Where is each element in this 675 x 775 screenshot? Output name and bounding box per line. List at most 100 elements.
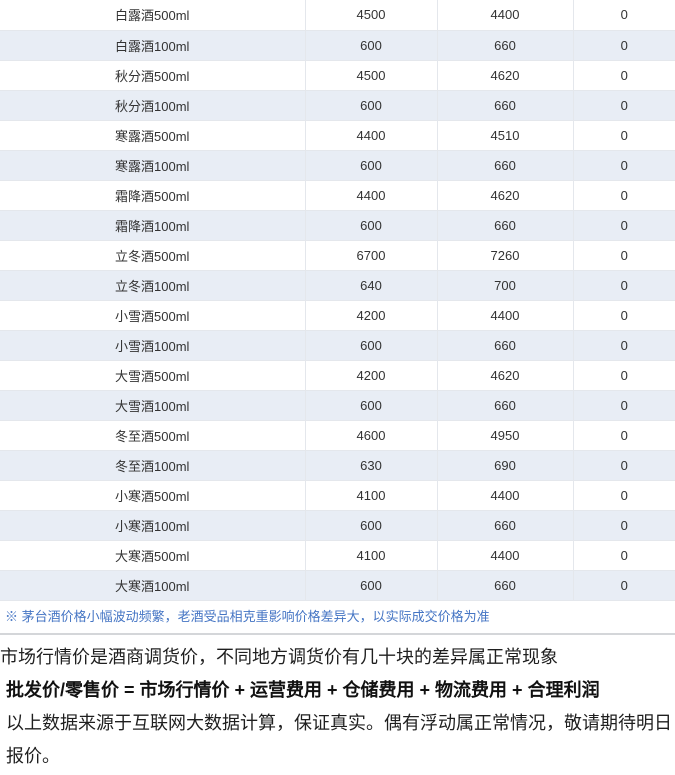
change-cell: 0 bbox=[573, 330, 675, 360]
note-data-source-line1: 以上数据来源于互联网大数据计算，保证真实。偶有浮动属正常情况，敬请期待明日 bbox=[0, 707, 675, 740]
retail-price-cell: 660 bbox=[437, 210, 573, 240]
notes-section: 市场行情价是酒商调货价，不同地方调货价有几十块的差异属正常现象 批发价/零售价 … bbox=[0, 635, 675, 773]
product-name-cell: 霜降酒100ml bbox=[0, 210, 305, 240]
retail-price-cell: 660 bbox=[437, 150, 573, 180]
table-row: 大寒酒500ml410044000 bbox=[0, 540, 675, 570]
change-cell: 0 bbox=[573, 270, 675, 300]
retail-price-cell: 4400 bbox=[437, 480, 573, 510]
market-price-cell: 4200 bbox=[305, 360, 437, 390]
retail-price-cell: 4510 bbox=[437, 120, 573, 150]
note-market-price: 市场行情价是酒商调货价，不同地方调货价有几十块的差异属正常现象 bbox=[0, 641, 675, 674]
change-cell: 0 bbox=[573, 450, 675, 480]
market-price-cell: 600 bbox=[305, 150, 437, 180]
change-cell: 0 bbox=[573, 60, 675, 90]
market-price-cell: 630 bbox=[305, 450, 437, 480]
change-cell: 0 bbox=[573, 480, 675, 510]
table-row: 小雪酒500ml420044000 bbox=[0, 300, 675, 330]
retail-price-cell: 660 bbox=[437, 90, 573, 120]
market-price-cell: 600 bbox=[305, 330, 437, 360]
product-name-cell: 白露酒500ml bbox=[0, 0, 305, 30]
market-price-cell: 640 bbox=[305, 270, 437, 300]
product-name-cell: 寒露酒500ml bbox=[0, 120, 305, 150]
table-row: 寒露酒500ml440045100 bbox=[0, 120, 675, 150]
table-row: 小寒酒500ml410044000 bbox=[0, 480, 675, 510]
table-row: 立冬酒500ml670072600 bbox=[0, 240, 675, 270]
table-row: 小雪酒100ml6006600 bbox=[0, 330, 675, 360]
product-name-cell: 小雪酒500ml bbox=[0, 300, 305, 330]
product-name-cell: 大寒酒500ml bbox=[0, 540, 305, 570]
change-cell: 0 bbox=[573, 510, 675, 540]
market-price-cell: 4600 bbox=[305, 420, 437, 450]
table-row: 冬至酒100ml6306900 bbox=[0, 450, 675, 480]
market-price-cell: 4400 bbox=[305, 120, 437, 150]
table-row: 小寒酒100ml6006600 bbox=[0, 510, 675, 540]
change-cell: 0 bbox=[573, 540, 675, 570]
table-row: 霜降酒500ml440046200 bbox=[0, 180, 675, 210]
table-row: 大寒酒100ml6006600 bbox=[0, 570, 675, 600]
retail-price-cell: 660 bbox=[437, 570, 573, 600]
retail-price-cell: 700 bbox=[437, 270, 573, 300]
market-price-cell: 4200 bbox=[305, 300, 437, 330]
price-table-body: 白露酒500ml450044000白露酒100ml6006600秋分酒500ml… bbox=[0, 0, 675, 600]
product-name-cell: 秋分酒100ml bbox=[0, 90, 305, 120]
market-price-cell: 600 bbox=[305, 570, 437, 600]
note-price-formula: 批发价/零售价 = 市场行情价 + 运营费用 + 仓储费用 + 物流费用 + 合… bbox=[0, 674, 675, 707]
product-name-cell: 霜降酒500ml bbox=[0, 180, 305, 210]
product-name-cell: 大寒酒100ml bbox=[0, 570, 305, 600]
change-cell: 0 bbox=[573, 210, 675, 240]
retail-price-cell: 4400 bbox=[437, 0, 573, 30]
change-cell: 0 bbox=[573, 390, 675, 420]
table-row: 寒露酒100ml6006600 bbox=[0, 150, 675, 180]
change-cell: 0 bbox=[573, 240, 675, 270]
product-name-cell: 小寒酒100ml bbox=[0, 510, 305, 540]
market-price-cell: 4100 bbox=[305, 540, 437, 570]
product-name-cell: 小寒酒500ml bbox=[0, 480, 305, 510]
table-row: 立冬酒100ml6407000 bbox=[0, 270, 675, 300]
product-name-cell: 小雪酒100ml bbox=[0, 330, 305, 360]
retail-price-cell: 4620 bbox=[437, 360, 573, 390]
table-row: 大雪酒500ml420046200 bbox=[0, 360, 675, 390]
retail-price-cell: 690 bbox=[437, 450, 573, 480]
retail-price-cell: 4400 bbox=[437, 300, 573, 330]
retail-price-cell: 4620 bbox=[437, 180, 573, 210]
change-cell: 0 bbox=[573, 30, 675, 60]
market-price-cell: 4500 bbox=[305, 60, 437, 90]
product-name-cell: 秋分酒500ml bbox=[0, 60, 305, 90]
product-name-cell: 白露酒100ml bbox=[0, 30, 305, 60]
market-price-cell: 600 bbox=[305, 510, 437, 540]
change-cell: 0 bbox=[573, 570, 675, 600]
product-name-cell: 大雪酒100ml bbox=[0, 390, 305, 420]
change-cell: 0 bbox=[573, 150, 675, 180]
product-name-cell: 立冬酒100ml bbox=[0, 270, 305, 300]
retail-price-cell: 4620 bbox=[437, 60, 573, 90]
market-price-cell: 4500 bbox=[305, 0, 437, 30]
change-cell: 0 bbox=[573, 120, 675, 150]
retail-price-cell: 660 bbox=[437, 30, 573, 60]
table-row: 霜降酒100ml6006600 bbox=[0, 210, 675, 240]
market-price-cell: 4100 bbox=[305, 480, 437, 510]
product-name-cell: 大雪酒500ml bbox=[0, 360, 305, 390]
market-price-cell: 6700 bbox=[305, 240, 437, 270]
product-name-cell: 冬至酒500ml bbox=[0, 420, 305, 450]
product-name-cell: 寒露酒100ml bbox=[0, 150, 305, 180]
market-price-cell: 600 bbox=[305, 390, 437, 420]
market-price-cell: 600 bbox=[305, 30, 437, 60]
table-row: 白露酒500ml450044000 bbox=[0, 0, 675, 30]
market-price-cell: 600 bbox=[305, 210, 437, 240]
change-cell: 0 bbox=[573, 420, 675, 450]
note-data-source-line2: 报价。 bbox=[0, 740, 675, 773]
change-cell: 0 bbox=[573, 360, 675, 390]
table-row: 白露酒100ml6006600 bbox=[0, 30, 675, 60]
change-cell: 0 bbox=[573, 300, 675, 330]
price-table: 白露酒500ml450044000白露酒100ml6006600秋分酒500ml… bbox=[0, 0, 675, 601]
market-price-cell: 4400 bbox=[305, 180, 437, 210]
retail-price-cell: 4400 bbox=[437, 540, 573, 570]
change-cell: 0 bbox=[573, 0, 675, 30]
market-price-cell: 600 bbox=[305, 90, 437, 120]
product-name-cell: 冬至酒100ml bbox=[0, 450, 305, 480]
table-row: 秋分酒100ml6006600 bbox=[0, 90, 675, 120]
retail-price-cell: 660 bbox=[437, 330, 573, 360]
retail-price-cell: 7260 bbox=[437, 240, 573, 270]
price-disclaimer-note: ※ 茅台酒价格小幅波动频繁，老酒受品相克重影响价格差异大，以实际成交价格为准 bbox=[0, 601, 675, 633]
product-name-cell: 立冬酒500ml bbox=[0, 240, 305, 270]
